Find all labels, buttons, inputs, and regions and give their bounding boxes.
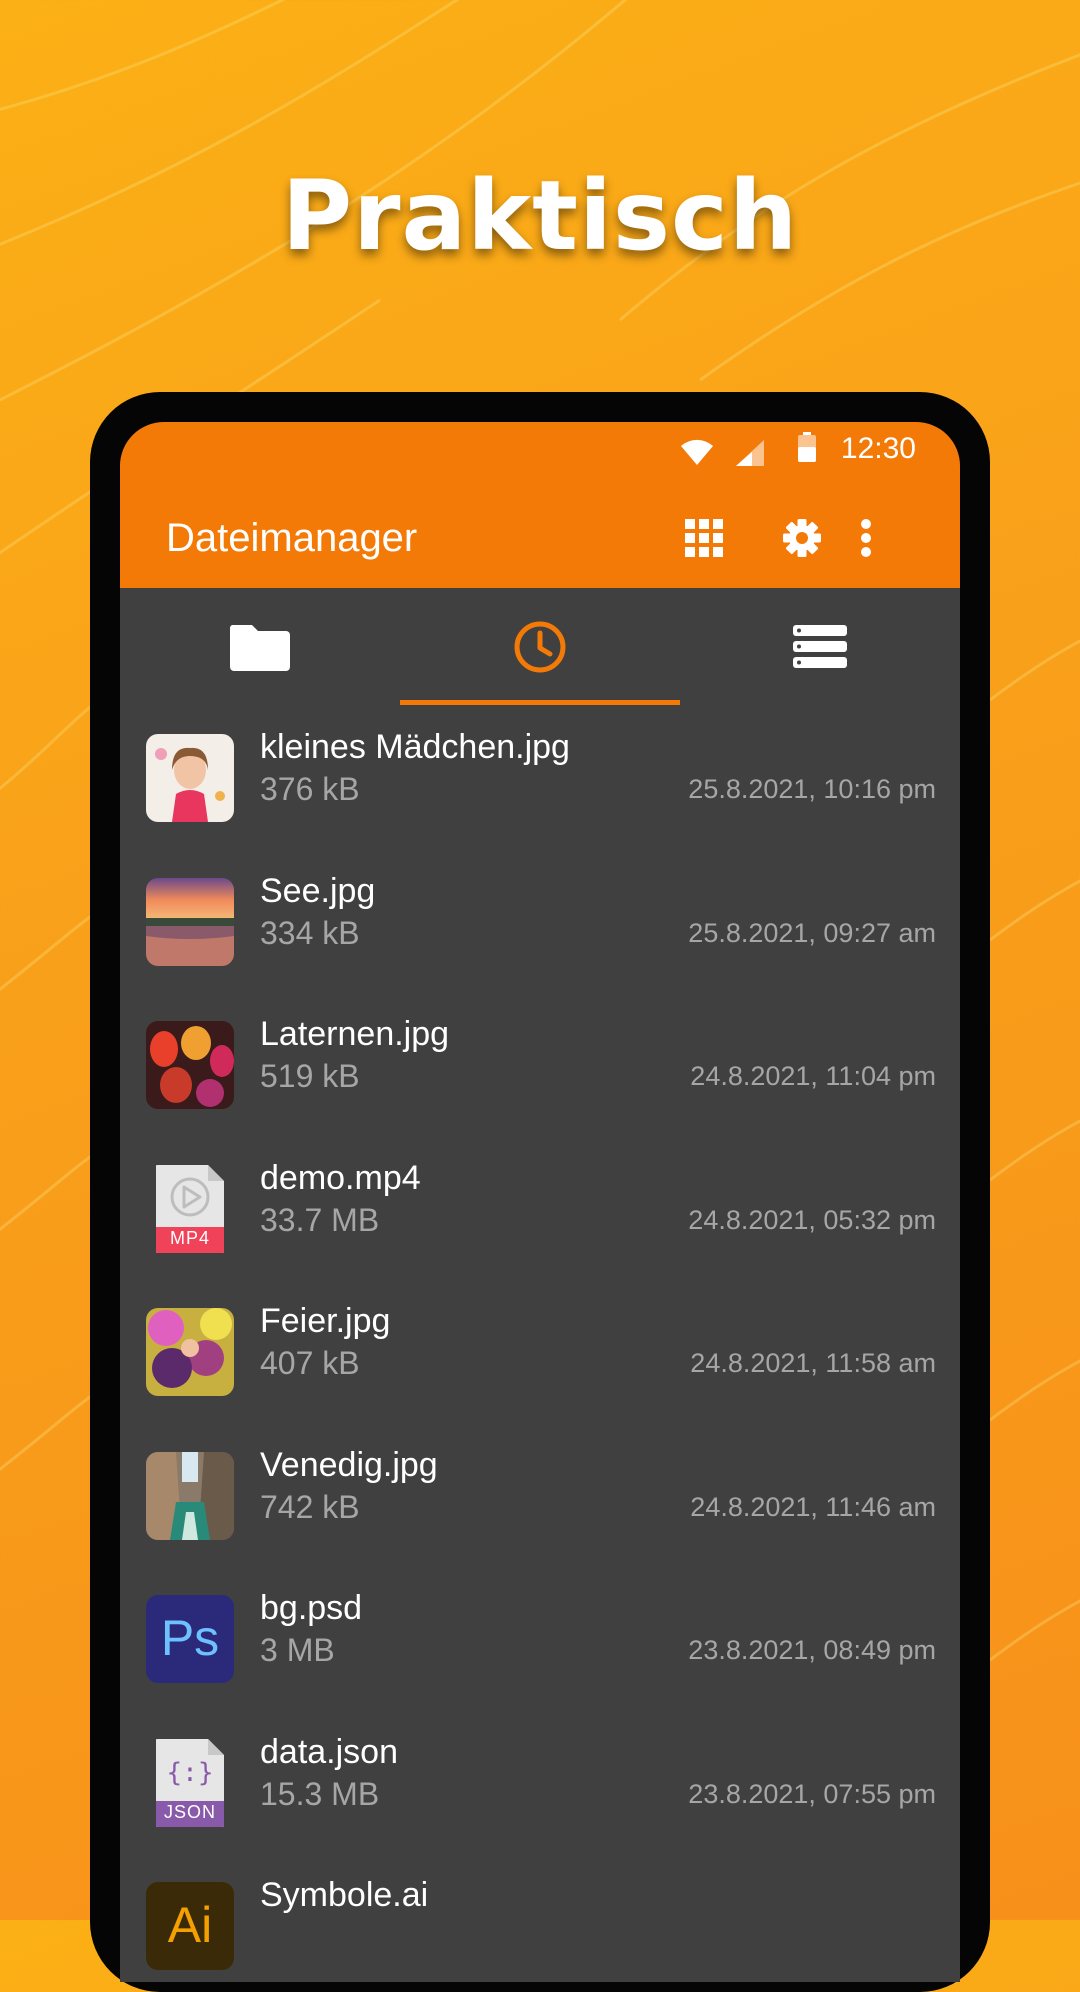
file-name: demo.mp4: [260, 1158, 421, 1197]
file-name: bg.psd: [260, 1589, 363, 1627]
file-size: 15.3 MB: [260, 1775, 380, 1812]
app-title: Dateimanager: [166, 516, 418, 560]
headline-title: Praktisch: [281, 160, 799, 272]
settings-button[interactable]: [772, 508, 832, 568]
status-time: 12:30: [840, 432, 916, 465]
psd-file-icon: Ps: [146, 1595, 234, 1683]
file-date: 24.8.2021, 11:04 pm: [690, 1061, 936, 1091]
grid-view-button[interactable]: [674, 508, 734, 568]
photo-party-thumbnail: [146, 1308, 234, 1396]
list-item[interactable]: Ps bg.psd 3 MB 23.8.2021, 08:49 pm: [120, 1567, 960, 1711]
file-name: data.json: [260, 1732, 398, 1771]
file-size: 3 MB: [260, 1632, 335, 1668]
file-name: See.jpg: [260, 871, 376, 910]
file-size: 33.7 MB: [260, 1201, 380, 1238]
file-name: kleines Mädchen.jpg: [260, 728, 570, 766]
file-name: Laternen.jpg: [260, 1015, 450, 1053]
recent-files-list: kleines Mädchen.jpg 376 kB 25.8.2021, 10…: [120, 706, 960, 1982]
photo-girl-thumbnail: [146, 734, 234, 822]
svg-text:{:}: {:}: [167, 1758, 214, 1788]
photo-lake-sunset-thumbnail: [146, 877, 234, 966]
file-date: 24.8.2021, 11:58 am: [690, 1348, 936, 1378]
tab-bar: [120, 588, 960, 706]
file-type-badge: MP4: [169, 1227, 210, 1248]
json-file-icon: {:} JSON: [146, 1738, 234, 1827]
list-item[interactable]: {:} JSON data.json 15.3 MB 23.8.2021, 07…: [120, 1711, 960, 1855]
file-date: 25.8.2021, 10:16 pm: [688, 774, 936, 804]
file-date: 23.8.2021, 07:55 pm: [688, 1778, 936, 1809]
more-options-button[interactable]: [846, 508, 886, 568]
ai-file-icon: Ai: [146, 1882, 234, 1970]
status-bar: 12:30: [120, 422, 960, 486]
list-item[interactable]: Feier.jpg 407 kB 24.8.2021, 11:58 am: [120, 1280, 960, 1424]
tab-folders[interactable]: [120, 588, 400, 706]
list-item[interactable]: MP4 demo.mp4 33.7 MB 24.8.2021, 05:32 pm: [120, 1137, 960, 1281]
list-item[interactable]: Ai Symbole.ai: [120, 1854, 960, 1982]
signal-icon: [736, 440, 764, 466]
folder-icon: [229, 625, 290, 671]
grid-view-icon: [685, 519, 723, 557]
settings-gear-icon: [783, 519, 821, 557]
recent-clock-icon: [514, 621, 566, 673]
file-size: 376 kB: [260, 771, 360, 807]
wifi-icon: [681, 439, 713, 465]
file-name: Venedig.jpg: [260, 1445, 438, 1484]
tab-storage[interactable]: [680, 588, 960, 706]
list-item[interactable]: kleines Mädchen.jpg 376 kB 25.8.2021, 10…: [120, 706, 960, 850]
file-size: 407 kB: [260, 1345, 360, 1381]
file-type-badge: Ps: [160, 1610, 220, 1666]
tab-selected-indicator: [400, 700, 680, 705]
list-item[interactable]: Venedig.jpg 742 kB 24.8.2021, 11:46 am: [120, 1424, 960, 1568]
file-date: 23.8.2021, 08:49 pm: [688, 1635, 936, 1665]
file-name: Symbole.ai: [260, 1876, 429, 1914]
more-vert-icon: [861, 519, 871, 557]
file-name: Feier.jpg: [260, 1302, 391, 1340]
file-type-badge: Ai: [167, 1897, 213, 1953]
file-date: 24.8.2021, 05:32 pm: [688, 1204, 936, 1235]
list-item[interactable]: Laternen.jpg 519 kB 24.8.2021, 11:04 pm: [120, 993, 960, 1137]
photo-lanterns-thumbnail: [146, 1021, 234, 1109]
phone-screen: 12:30 Dateimanager kleines Mädchen.jpg 3…: [120, 422, 960, 1982]
file-size: 742 kB: [260, 1488, 360, 1525]
list-item[interactable]: See.jpg 334 kB 25.8.2021, 09:27 am: [120, 850, 960, 994]
photo-venice-thumbnail: [146, 1451, 234, 1540]
file-date: 25.8.2021, 09:27 am: [688, 917, 936, 948]
battery-icon: [798, 432, 816, 462]
app-bar: Dateimanager: [120, 486, 960, 588]
mp4-file-icon: MP4: [146, 1164, 234, 1253]
tab-recent[interactable]: [400, 588, 680, 706]
file-date: 24.8.2021, 11:46 am: [690, 1491, 936, 1522]
storage-icon: [793, 625, 847, 668]
file-type-badge: JSON: [163, 1801, 216, 1822]
file-size: 519 kB: [260, 1058, 360, 1094]
file-size: 334 kB: [260, 914, 360, 951]
